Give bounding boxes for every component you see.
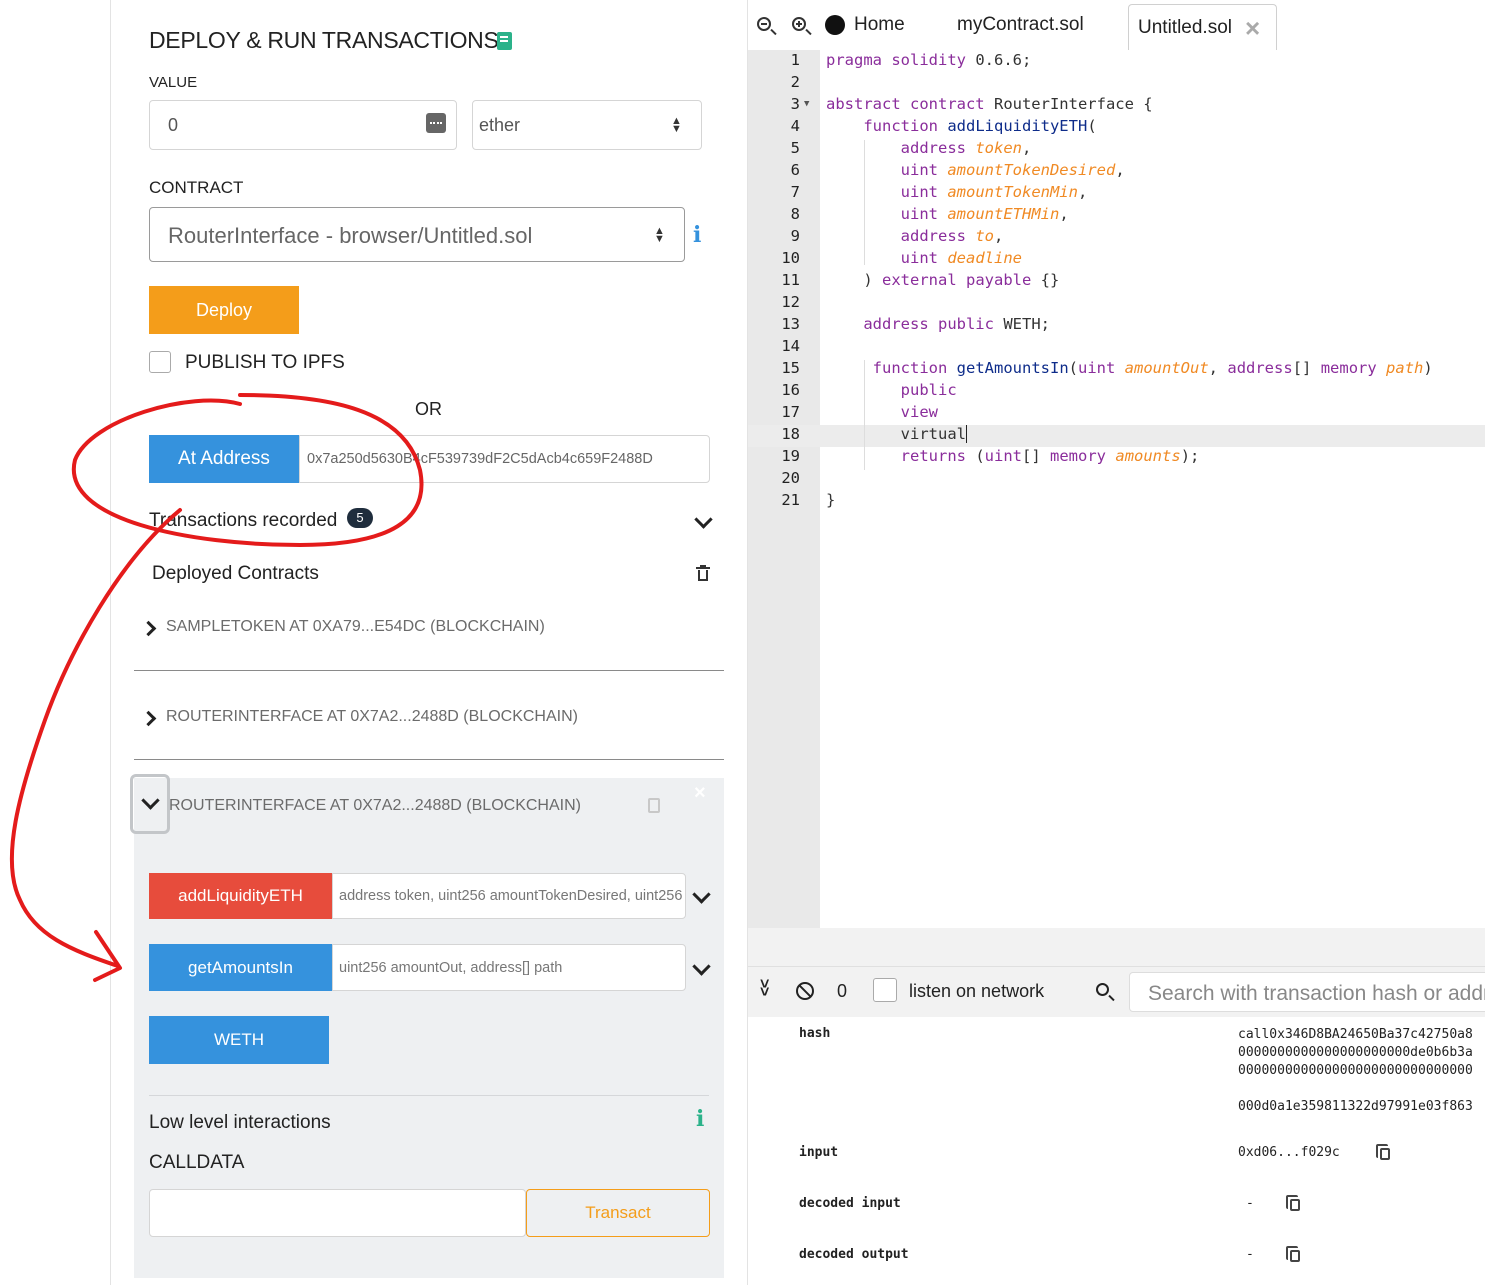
tx-field-label: hash <box>799 1026 831 1041</box>
function-args-placeholder: address token, uint256 amountTokenDesire… <box>339 888 685 904</box>
run-panel: DEPLOY & RUN TRANSACTIONS VALUE 0 ether … <box>110 0 748 1285</box>
publish-ipfs-label: PUBLISH TO IPFS <box>185 352 345 373</box>
documentation-book-icon[interactable] <box>497 32 512 50</box>
function-args-input[interactable]: address token, uint256 amountTokenDesire… <box>332 873 686 919</box>
at-address-input-text: 0x7a250d5630B4cF539739dF2C5dAcb4c659F248… <box>307 451 653 467</box>
contract-info-icon[interactable]: i <box>693 222 701 248</box>
tx-field-label: decoded input <box>799 1196 901 1211</box>
panel-title: DEPLOY & RUN TRANSACTIONS <box>149 27 499 53</box>
copy-address-icon[interactable] <box>648 798 660 813</box>
function-button-getAmountsIn[interactable]: getAmountsIn <box>149 944 332 991</box>
clear-console-icon[interactable] <box>796 982 814 1000</box>
expanded-contract-card: ROUTERINTERFACE AT 0X7A2...2488D (BLOCKC… <box>130 774 724 1278</box>
chevron-down-icon[interactable] <box>692 885 711 904</box>
search-icon <box>1096 983 1115 1002</box>
select-arrows-icon: ▲ ▼ <box>654 225 665 245</box>
low-level-label: Low level interactions <box>149 1112 331 1133</box>
indent-guide <box>864 360 865 470</box>
collapse-terminal-icon[interactable]: ˅ ˅ <box>760 977 769 1001</box>
copy-icon[interactable] <box>1376 1144 1390 1160</box>
transact-button[interactable]: Transact <box>526 1189 710 1237</box>
contract-select[interactable]: RouterInterface - browser/Untitled.sol ▲… <box>149 207 685 262</box>
copy-icon[interactable] <box>1286 1246 1300 1262</box>
deployed-contract-item: ROUTERINTERFACE AT 0X7A2...2488D (BLOCKC… <box>169 797 581 814</box>
chevron-down-icon <box>141 791 160 810</box>
tab-home[interactable]: Home <box>854 0 905 50</box>
publish-ipfs-checkbox[interactable] <box>149 351 171 373</box>
tx-field-label: input <box>799 1145 839 1160</box>
editor-tabbar: Home myContract.sol Untitled.sol × <box>748 0 1485 51</box>
listen-network-label: listen on network <box>909 981 1045 1001</box>
divider <box>134 670 724 671</box>
calldata-label: CALLDATA <box>149 1152 245 1173</box>
value-unit-select[interactable]: ether ▲ ▼ <box>472 100 702 150</box>
value-input[interactable]: 0 <box>149 100 457 150</box>
function-button-addLiquidityETH[interactable]: addLiquidityETH <box>149 873 332 919</box>
value-keypad-icon[interactable] <box>426 113 446 133</box>
value-label: VALUE <box>149 74 198 88</box>
trash-icon[interactable] <box>696 565 710 581</box>
terminal-search-placeholder: Search with transaction hash or address <box>1148 982 1485 1005</box>
remix-logo-icon <box>825 15 845 35</box>
divider <box>149 1095 709 1096</box>
tx-field-value: call0x346D8BA24650Ba37c42750a8 000000000… <box>1238 1027 1473 1114</box>
tx-field-value: - <box>1246 1247 1254 1262</box>
tx-field-value: 0xd06...f029c <box>1238 1145 1340 1160</box>
value-unit-text: ether <box>479 115 521 135</box>
indent-guide <box>864 140 865 265</box>
chevron-down-icon[interactable] <box>694 510 713 529</box>
zoom-in-icon[interactable] <box>792 17 812 36</box>
terminal-toolbar: ˅ ˅ 0 listen on network Search with trans… <box>748 966 1485 1017</box>
contract-select-text: RouterInterface - browser/Untitled.sol <box>168 223 533 248</box>
or-label: OR <box>415 399 442 419</box>
listen-network-checkbox[interactable] <box>873 978 897 1002</box>
deployed-contracts-label: Deployed Contracts <box>152 563 319 584</box>
tab-untitled[interactable]: Untitled.sol × <box>1128 4 1277 51</box>
code-lines: 1 pragma solidity 0.6.6; 2 3 ▼ abstract con… <box>748 51 1485 513</box>
tab-untitled-label: Untitled.sol <box>1138 17 1232 38</box>
contract-label: CONTRACT <box>149 178 244 197</box>
at-address-input[interactable]: 0x7a250d5630B4cF539739dF2C5dAcb4c659F248… <box>299 435 710 483</box>
function-button-WETH[interactable]: WETH <box>149 1016 329 1064</box>
chevron-right-icon[interactable] <box>140 710 157 727</box>
deployed-contract-item[interactable]: ROUTERINTERFACE AT 0X7A2...2488D (BLOCKC… <box>166 708 578 726</box>
pending-tx-count: 0 <box>837 981 848 1001</box>
copy-icon[interactable] <box>1286 1195 1300 1211</box>
tx-field-value: - <box>1246 1196 1254 1211</box>
info-icon[interactable]: i <box>696 1106 704 1132</box>
close-icon[interactable]: × <box>694 782 706 805</box>
chevron-down-icon[interactable] <box>692 957 711 976</box>
editor-panel: Home myContract.sol Untitled.sol × 1 prag… <box>748 0 1485 1285</box>
select-arrows-icon: ▲ ▼ <box>671 115 682 135</box>
chevron-right-icon[interactable] <box>140 620 157 637</box>
divider <box>134 759 724 760</box>
at-address-button[interactable]: At Address <box>149 435 299 483</box>
calldata-input[interactable] <box>149 1189 526 1237</box>
deployed-contract-item[interactable]: SAMPLETOKEN AT 0XA79...E54DC (BLOCKCHAIN… <box>166 618 545 636</box>
transactions-recorded-label: Transactions recorded <box>149 510 338 531</box>
deploy-button[interactable]: Deploy <box>149 286 299 334</box>
function-args-placeholder: uint256 amountOut, address[] path <box>339 960 563 976</box>
value-input-text: 0 <box>168 115 179 135</box>
terminal-resize-area[interactable] <box>748 928 1485 966</box>
tab-mycontract[interactable]: myContract.sol <box>957 0 1084 50</box>
function-args-input[interactable]: uint256 amountOut, address[] path <box>332 944 686 991</box>
terminal-search-input[interactable]: Search with transaction hash or address <box>1129 972 1485 1012</box>
collapse-toggle[interactable] <box>130 774 170 834</box>
tx-field-label: decoded output <box>799 1247 909 1262</box>
zoom-out-icon[interactable] <box>757 17 777 36</box>
transactions-count-badge: 5 <box>347 508 373 528</box>
close-tab-icon[interactable]: × <box>1245 13 1260 44</box>
